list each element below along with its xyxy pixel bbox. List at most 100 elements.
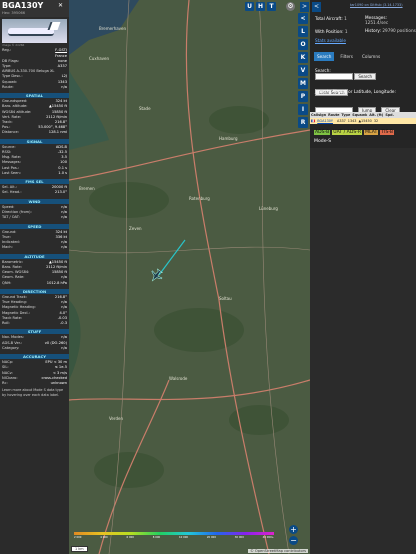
section-title[interactable]: SPEED [0, 223, 69, 229]
map-side-buttons: < L O K V M P I R [298, 13, 308, 128]
tab-columns[interactable]: Columns [359, 52, 383, 61]
map-canvas[interactable]: Cuxhaven Stade Hamburg Bremen Bremerhaven Rot… [69, 0, 310, 554]
mode-s-label: Mode-S [314, 139, 332, 144]
column-header[interactable]: Spd. [384, 112, 395, 118]
altitude-tick: 6 000 [126, 536, 134, 539]
section-title[interactable]: FMS SEL [0, 179, 69, 185]
place-label: Cuxhaven [89, 56, 110, 61]
aircraft-header: BGA130Y Hex: 395066 ✕ [0, 0, 69, 18]
aircraft-table: Callsign Route Type Squawk Alt. (ft) Spd. 🇫🇷 … [310, 112, 416, 124]
messages-value: 1251.4/sec [365, 20, 389, 25]
altitude-cell: ▲15450 [358, 119, 372, 123]
sidebar-tabs: Search Filters Columns [314, 52, 383, 61]
section-title[interactable]: WIND [0, 198, 69, 204]
detail-row: Mach: n/a [0, 245, 69, 250]
detail-value: n/a [61, 245, 67, 250]
map-button-h[interactable]: H [256, 2, 265, 11]
detail-row: Last Seen: 1.0 s [0, 171, 69, 176]
detail-value: 128.1 nmi [48, 130, 67, 135]
section-title[interactable]: DIRECTION [0, 288, 69, 294]
info-key: Route: [2, 84, 14, 89]
total-aircraft-label: Total Aircraft: [315, 16, 343, 21]
collapse-sidebar-button[interactable]: < [312, 2, 321, 12]
altitude-tick: 30 000 [234, 536, 244, 539]
detail-key: Rc: [2, 380, 8, 385]
map-side-button[interactable]: R [298, 117, 308, 128]
source-badge: TIS-B [380, 130, 395, 135]
with-position-label: With Position: [315, 29, 344, 34]
map-side-button[interactable]: < [298, 13, 308, 24]
detail-row: Roll: -0.3 [0, 321, 69, 326]
detail-value: 213.0° [54, 190, 67, 195]
detail-value: n/a [61, 215, 67, 220]
source-legend: ADS-B UAT / ADS-R MLAT TIS-B [314, 130, 395, 135]
place-label: Stade [139, 106, 151, 111]
zoom-out-button[interactable]: − [289, 536, 298, 545]
map-side-button[interactable]: I [298, 104, 308, 115]
altitude-tick: 8 000 [152, 536, 161, 539]
place-label: Zeven [129, 226, 142, 231]
map-top-buttons: UHT [245, 2, 276, 11]
hex-code: Hex: 395066 [2, 11, 26, 15]
callsign-cell[interactable]: BGA130Y [316, 118, 334, 124]
altitude-tick: 4 000 [100, 536, 108, 539]
altitude-tick: 40 000+ [262, 536, 274, 539]
map-side-button[interactable]: K [298, 52, 308, 63]
detail-key: Distance: [2, 130, 19, 135]
section-title[interactable]: SIGNAL [0, 138, 69, 144]
table-row[interactable]: 🇫🇷 BGA130Y A337 1343 ▲15450 32 [310, 118, 416, 124]
tab-filters[interactable]: Filters [337, 52, 356, 61]
section-title[interactable]: STUFF [0, 329, 69, 335]
detail-sections: SPATIAL Groundspeed: 324 kt Baro. altitude:… [0, 93, 69, 386]
detail-row: Sel. Head.: 213.0° [0, 190, 69, 195]
section-title[interactable]: ALTITUDE [0, 253, 69, 259]
next-icon[interactable]: > [300, 2, 309, 12]
place-label: Bremerhaven [99, 26, 127, 31]
settings-icon[interactable]: ⚙ [286, 2, 295, 11]
detail-key: QNH: [2, 280, 12, 285]
place-label: Walsrode [169, 376, 188, 381]
history-value: 29790 positions [382, 28, 416, 33]
version-link[interactable]: tar1090 on GitHub (3.14.1733) [350, 3, 403, 7]
search-input[interactable] [315, 73, 353, 80]
section-title[interactable]: SPATIAL [0, 93, 69, 99]
map-side-button[interactable]: P [298, 91, 308, 102]
stats-panel: < tar1090 on GitHub (3.14.1733) Total Ai… [310, 0, 416, 148]
detail-key: Sel. Head.: [2, 190, 22, 195]
altitude-tick: 10 000 [179, 536, 189, 539]
map-button-u[interactable]: U [245, 2, 254, 11]
source-badge: ADS-B [314, 130, 331, 135]
map-button-t[interactable]: T [267, 2, 276, 11]
history-label: History: [365, 28, 382, 33]
altitude-legend: 2 000 4 000 6 000 8 000 10 000 20 000 30 000 40… [74, 532, 274, 540]
squawk-cell: 1343 [347, 119, 357, 123]
type-cell: A337 [337, 119, 346, 123]
info-value: n/a [61, 84, 67, 89]
search-button[interactable]: Search [354, 73, 377, 80]
map-side-button[interactable]: V [298, 65, 308, 76]
stats-link[interactable]: Stats available [315, 38, 346, 43]
close-icon[interactable]: ✕ [58, 2, 63, 8]
map-attribution[interactable]: © OpenStreetMap contributors [248, 549, 308, 553]
zoom-in-button[interactable]: + [289, 525, 298, 534]
total-aircraft-value: 1 [344, 16, 347, 21]
altitude-tick: 20 000 [206, 536, 216, 539]
map-side-button[interactable]: L [298, 26, 308, 37]
info-list: Reg.: F-GSTJ France DB Flags: none Type: A337 A… [0, 48, 69, 90]
map-side-button[interactable]: M [298, 78, 308, 89]
info-key: Reg.: [2, 48, 12, 53]
section-title[interactable]: ACCURACY [0, 353, 69, 360]
aircraft-photo[interactable] [2, 19, 67, 44]
aircraft-info-panel: BGA130Y Hex: 395066 ✕ image © dir266 Reg… [0, 0, 69, 554]
map-side-button[interactable]: O [298, 39, 308, 50]
map[interactable]: Cuxhaven Stade Hamburg Bremen Bremerhaven Rot… [69, 0, 310, 554]
tab-search[interactable]: Search [314, 52, 335, 61]
place-label: Verden [109, 416, 123, 421]
detail-row: Distance: 128.1 nmi [0, 130, 69, 135]
detail-row: QNH: 1012.8 hPa [0, 281, 69, 286]
detail-value: unknown [50, 380, 67, 385]
detail-value: n/a [61, 345, 67, 350]
detail-key: Category: [2, 345, 20, 350]
detail-row: TAT / OAT: n/a [0, 215, 69, 220]
detail-row: Category: n/a [0, 346, 69, 351]
